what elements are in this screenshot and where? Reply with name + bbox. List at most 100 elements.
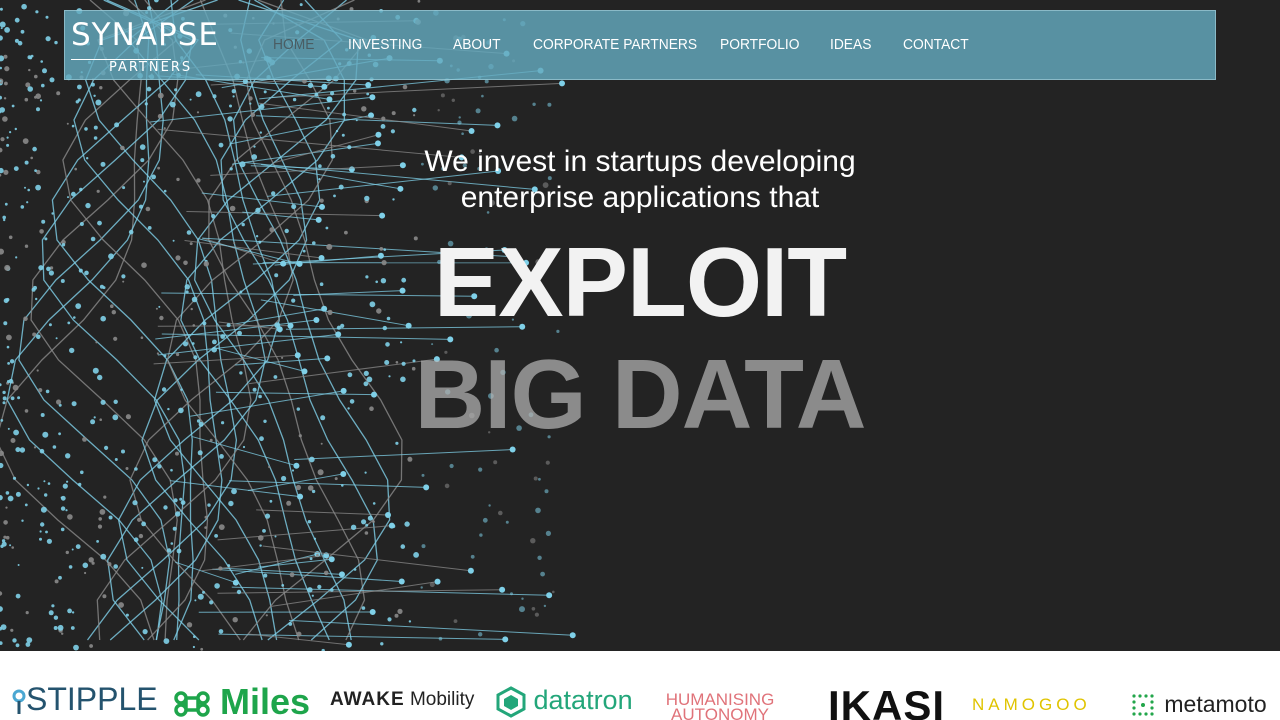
particle-dot [364,195,370,202]
particle-dot [36,334,41,340]
particle-dot [350,524,357,530]
particle-dot [93,136,98,140]
particle-dot [36,369,39,372]
particle-dot [0,383,2,387]
particle-dot [11,104,15,108]
particle-dot [132,500,138,506]
particle-dot [125,467,129,470]
particle-dot [15,593,21,599]
partner-logo-metamoto[interactable]: metamoto [1130,691,1267,720]
particle-dot [390,129,395,134]
particle-dot [353,568,357,571]
partner-logo-awake-mobility[interactable]: AWAKE Mobility [330,689,474,720]
particle-dot [444,483,450,489]
partner-logo-miles[interactable]: Miles [174,681,310,720]
particle-dot [1,541,7,547]
particle-dot [156,352,159,355]
particle-dot [170,542,174,545]
particle-dot [98,517,102,521]
particle-dot [128,229,134,235]
particle-dot [219,454,224,459]
particle-dot [40,506,47,513]
particle-dot [296,407,300,411]
command-key-icon [174,691,210,718]
nav-home[interactable]: HOME [273,36,314,53]
particle-dot [163,505,168,510]
particle-dot [478,632,483,637]
hero-lead-line-2: enterprise applications that [460,181,820,214]
particle-dot [510,592,513,596]
particle-dot [157,464,162,469]
particle-dot [189,242,193,246]
partner-datatron-text: datatron [533,685,633,715]
particle-dot [26,201,29,204]
particle-dot [284,228,289,234]
particle-dot [299,3,303,7]
wave-dot [494,122,501,129]
wave-dot [377,252,384,259]
particle-dot [330,588,334,592]
particle-dot [17,564,20,566]
particle-dot [51,604,55,608]
particle-dot [505,520,509,524]
partner-logo-humanising-autonomy[interactable]: HUMANISING AUTONOMY [660,691,780,720]
particle-dot [191,296,198,303]
particle-dot [249,102,252,105]
wave-dot [296,260,303,267]
particle-dot [220,334,226,339]
wave-dot [365,81,372,88]
particle-dot [42,68,47,74]
particle-dot [93,416,96,419]
wave-line [129,0,294,641]
particle-dot [204,526,207,529]
partner-logo-datatron[interactable]: datatron [496,685,633,720]
particle-dot [95,99,102,106]
particle-dot [0,35,3,41]
partner-awake-text: AWAKE [330,689,405,710]
particle-dot [209,600,214,605]
particle-dot [457,120,462,125]
particle-dot [95,341,98,344]
nav-corporate-partners[interactable]: CORPORATE PARTNERS [533,36,697,53]
particle-dot [0,248,4,255]
nav-investing[interactable]: INVESTING [348,36,422,53]
wave-dot [335,331,342,338]
particle-dot [236,589,242,595]
particle-dot [218,524,225,530]
particle-dot [535,507,541,514]
nav-about[interactable]: ABOUT [453,36,501,53]
wave-dot [379,212,386,219]
particle-dot [334,477,338,481]
nav-portfolio[interactable]: PORTFOLIO [720,36,799,53]
hero-lead: We invest in startups developing enterpr… [390,144,890,216]
particle-dot [27,188,31,192]
nav-contact[interactable]: CONTACT [903,36,969,53]
particle-dot [39,530,42,533]
particle-dot [0,173,2,177]
particle-dot [202,321,207,326]
particle-dot [326,243,333,250]
partner-logo-namogoo[interactable]: NAMOGOO [972,695,1091,720]
particle-dot [24,186,26,189]
particle-dot [97,220,102,226]
partner-logo-stipple[interactable]: STIPPLE [12,681,158,720]
nav-ideas[interactable]: IDEAS [830,36,871,53]
particle-dot [227,116,233,122]
particle-dot [312,241,316,245]
particle-dot [288,622,293,626]
particle-dot [86,157,89,160]
particle-dot [44,493,48,497]
particle-dot [511,115,518,122]
particle-dot [45,530,48,534]
particle-dot [97,524,103,529]
partner-logo-ikasi[interactable]: IKASI [828,682,945,720]
particle-dot [333,194,336,198]
particle-dot [113,399,118,404]
particle-dot [138,533,144,539]
particle-dot [347,372,353,378]
particle-dot [241,222,245,227]
particle-dot [498,510,503,516]
particle-dot [453,619,458,623]
particle-dot [103,495,107,499]
particle-dot [355,119,358,122]
